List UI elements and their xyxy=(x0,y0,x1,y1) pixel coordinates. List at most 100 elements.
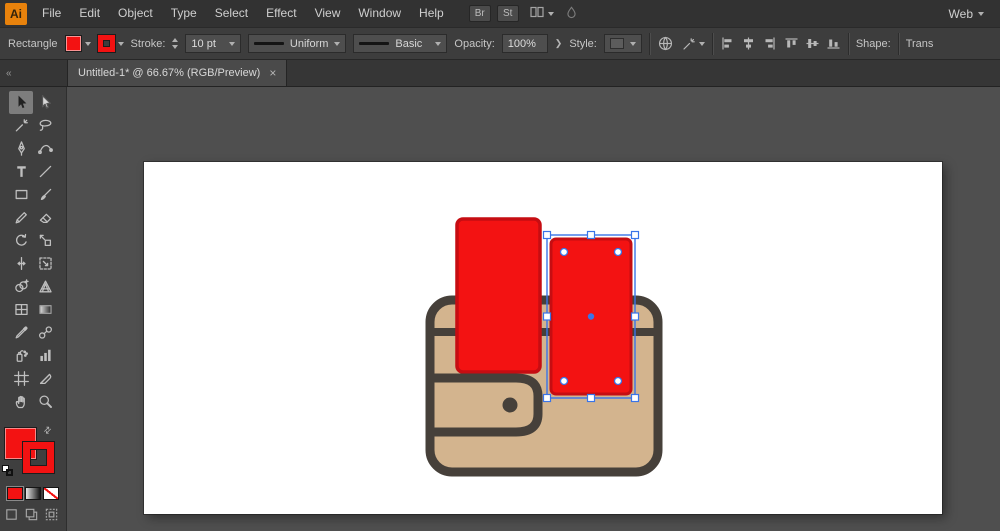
selection-handle[interactable] xyxy=(544,232,551,239)
menu-effect[interactable]: Effect xyxy=(257,0,305,27)
hand-tool[interactable] xyxy=(9,390,33,413)
paintbrush-tool[interactable] xyxy=(33,183,57,206)
align-horizontal-right-button[interactable] xyxy=(762,36,777,51)
stroke-weight-stepper[interactable] xyxy=(172,38,178,49)
menu-view[interactable]: View xyxy=(306,0,350,27)
selection-handle[interactable] xyxy=(544,313,551,320)
align-vertical-center-button[interactable] xyxy=(805,36,820,51)
tool-icon xyxy=(37,301,54,318)
selection-center-point[interactable] xyxy=(588,313,594,319)
free-transform-tool[interactable] xyxy=(33,252,57,275)
tool-icon xyxy=(37,393,54,410)
wallet-pocket-shape[interactable] xyxy=(430,378,538,432)
symbol-sprayer-tool[interactable] xyxy=(9,344,33,367)
live-corner-widget[interactable] xyxy=(615,378,622,385)
align-horizontal-center-button[interactable] xyxy=(741,36,756,51)
opacity-field[interactable]: 100% xyxy=(502,34,548,53)
pencil-tool[interactable] xyxy=(9,206,33,229)
gradient-tool[interactable] xyxy=(33,298,57,321)
tool-icon xyxy=(13,94,30,111)
recolor-artwork-button[interactable] xyxy=(657,35,674,52)
stroke-weight-field[interactable]: 10 pt xyxy=(185,34,241,53)
magic-wand-tool[interactable] xyxy=(9,114,33,137)
menu-help[interactable]: Help xyxy=(410,0,453,27)
menu-select[interactable]: Select xyxy=(206,0,257,27)
type-tool[interactable] xyxy=(9,160,33,183)
swap-fill-stroke-icon[interactable]: ⇄ xyxy=(41,424,54,437)
menu-type[interactable]: Type xyxy=(162,0,206,27)
curvature-tool[interactable] xyxy=(33,137,57,160)
width-tool[interactable] xyxy=(9,252,33,275)
rectangle-tool[interactable] xyxy=(9,183,33,206)
rotate-tool[interactable] xyxy=(9,229,33,252)
gradient-button[interactable] xyxy=(25,487,41,500)
adobe-stock-button[interactable]: St xyxy=(497,5,519,22)
red-card-shape[interactable] xyxy=(457,219,540,372)
touch-workspace-button[interactable] xyxy=(564,5,579,23)
draw-normal-mode-icon[interactable] xyxy=(4,507,19,522)
draw-inside-mode-icon[interactable] xyxy=(44,507,59,522)
eyedropper-tool[interactable] xyxy=(9,321,33,344)
selection-handle[interactable] xyxy=(588,232,595,239)
eraser-tool[interactable] xyxy=(33,206,57,229)
caret-down-icon xyxy=(699,42,705,46)
align-vertical-bottom-button[interactable] xyxy=(826,36,841,51)
collapse-toolbar-chevrons[interactable]: « xyxy=(0,60,67,86)
blend-tool[interactable] xyxy=(33,321,57,344)
none-button[interactable] xyxy=(43,487,59,500)
document-tab[interactable]: Untitled-1* @ 66.67% (RGB/Preview) × xyxy=(67,60,287,86)
mesh-tool[interactable] xyxy=(9,298,33,321)
menu-window[interactable]: Window xyxy=(349,0,410,27)
scale-tool[interactable] xyxy=(33,229,57,252)
menu-file[interactable]: File xyxy=(33,0,70,27)
live-corner-widget[interactable] xyxy=(615,249,622,256)
step-down-icon xyxy=(172,45,178,49)
menu-object[interactable]: Object xyxy=(109,0,162,27)
perspective-grid-tool[interactable] xyxy=(33,275,57,298)
menu-edit[interactable]: Edit xyxy=(70,0,109,27)
workspace-switcher[interactable]: Web xyxy=(949,7,984,21)
selection-handle[interactable] xyxy=(544,395,551,402)
slice-tool[interactable] xyxy=(33,367,57,390)
align-horizontal-left-button[interactable] xyxy=(720,36,735,51)
brush-stroke-line-icon xyxy=(359,42,389,45)
pen-tool[interactable] xyxy=(9,137,33,160)
stroke-color-control[interactable] xyxy=(98,35,124,52)
artwork xyxy=(144,162,942,514)
brush-definition-dropdown[interactable]: Basic xyxy=(353,34,447,53)
go-to-bridge-button[interactable]: Br xyxy=(469,5,491,22)
zoom-tool[interactable] xyxy=(33,390,57,413)
artboard[interactable] xyxy=(144,162,942,514)
selection-handle[interactable] xyxy=(632,232,639,239)
lasso-tool[interactable] xyxy=(33,114,57,137)
selection-handle[interactable] xyxy=(588,395,595,402)
wallet-button-shape[interactable] xyxy=(503,398,518,413)
column-graph-tool[interactable] xyxy=(33,344,57,367)
line-segment-tool[interactable] xyxy=(33,160,57,183)
canvas-pasteboard[interactable] xyxy=(67,87,1000,531)
width-profile-dropdown[interactable]: Uniform xyxy=(248,34,346,53)
artboard-tool[interactable] xyxy=(9,367,33,390)
fill-color-control[interactable] xyxy=(65,35,91,52)
caret-down-icon xyxy=(978,12,984,16)
color-button[interactable] xyxy=(7,487,23,500)
selection-handle[interactable] xyxy=(632,313,639,320)
shape-builder-tool[interactable] xyxy=(9,275,33,298)
selection-tool[interactable] xyxy=(9,91,33,114)
draw-behind-mode-icon[interactable] xyxy=(24,507,39,522)
default-fill-stroke-button[interactable] xyxy=(2,465,16,477)
live-corner-widget[interactable] xyxy=(561,249,568,256)
align-vertical-top-button[interactable] xyxy=(784,36,799,51)
tool-icon xyxy=(13,301,30,318)
tool-icon xyxy=(13,232,30,249)
direct-selection-tool[interactable] xyxy=(33,91,57,114)
style-dropdown[interactable] xyxy=(604,34,642,53)
arrange-documents-button[interactable] xyxy=(529,4,554,23)
selection-handle[interactable] xyxy=(632,395,639,402)
stroke-proxy-swatch[interactable] xyxy=(23,442,54,473)
select-similar-button[interactable] xyxy=(681,36,705,52)
separator xyxy=(898,33,899,55)
opacity-panel-chevron-icon[interactable]: ❯ xyxy=(555,38,563,49)
tab-close-button[interactable]: × xyxy=(269,67,276,79)
live-corner-widget[interactable] xyxy=(561,378,568,385)
